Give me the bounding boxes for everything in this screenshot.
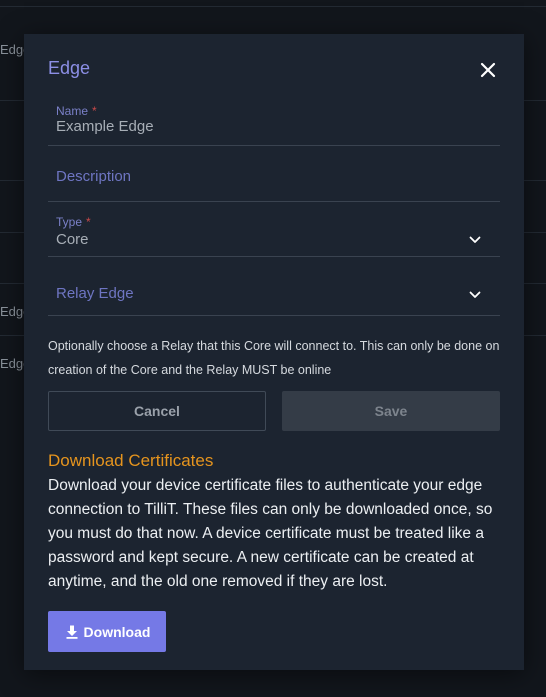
close-button[interactable]	[476, 58, 500, 82]
relay-helper-text: Optionally choose a Relay that this Core…	[48, 339, 500, 377]
close-icon	[480, 62, 496, 78]
download-certificates-description: Download your device certificate files t…	[48, 477, 493, 590]
relay-edge-select[interactable]: Relay Edge	[48, 257, 500, 316]
name-field-label: Name *	[56, 104, 97, 118]
chevron-down-icon	[469, 291, 481, 298]
download-button-label: Download	[83, 623, 151, 640]
type-select-value: Core	[56, 231, 89, 248]
required-mark: *	[86, 215, 91, 229]
dialog-title: Edge	[48, 58, 91, 78]
name-field-value: Example Edge	[56, 118, 154, 135]
description-placeholder: Description	[56, 168, 132, 185]
relay-edge-placeholder: Relay Edge	[56, 285, 134, 302]
type-select-label: Type *	[56, 215, 91, 229]
description-field[interactable]: Description	[48, 146, 500, 202]
cancel-button[interactable]: Cancel	[48, 391, 266, 431]
download-certificates-heading: Download Certificates	[48, 451, 214, 470]
chevron-down-icon	[469, 236, 481, 243]
download-icon	[66, 625, 78, 639]
name-field[interactable]: Name * Example Edge	[48, 100, 500, 146]
type-select[interactable]: Type * Core	[48, 202, 500, 257]
background-divider	[0, 6, 546, 7]
required-mark: *	[92, 104, 97, 118]
save-button[interactable]: Save	[282, 391, 500, 431]
download-button[interactable]: Download	[48, 611, 166, 652]
edge-dialog: Edge Name * Example Edge Description Type…	[24, 34, 524, 670]
